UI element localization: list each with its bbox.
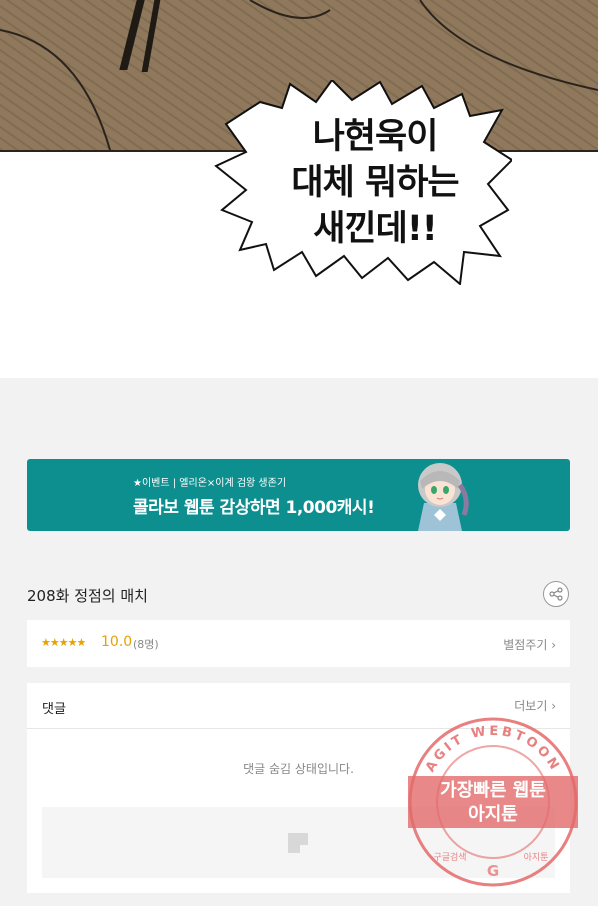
google-g-icon: G xyxy=(487,862,499,880)
share-button[interactable] xyxy=(543,581,569,607)
rate-button[interactable]: 별점주기 › xyxy=(503,636,556,653)
watermark-stamp: AGIT WEBTOON 가장빠른 웹툰 아지툰 구글검색 G 아지툰 xyxy=(406,716,580,888)
speech-bubble-text: 나현욱이 대체 뭐하는 새낀데!! xyxy=(260,114,490,252)
watermark-ring-text: AGIT WEBTOON xyxy=(423,724,563,775)
speech-bubble: 나현욱이 대체 뭐하는 새낀데!! xyxy=(212,80,512,285)
banner-event-text: ★이벤트 | 엘리온×이계 검왕 생존기 xyxy=(133,478,287,489)
star-rating-icons: ★★★★★ xyxy=(41,636,86,649)
speech-line: 나현욱이 xyxy=(312,117,439,157)
watermark-stamp-graphic: AGIT WEBTOON 가장빠른 웹툰 아지툰 구글검색 G 아지툰 xyxy=(408,717,578,887)
watermark-line2: 아지툰 xyxy=(468,804,518,825)
rating-score: 10.0 xyxy=(101,634,133,650)
rating-count: (8명) xyxy=(133,638,159,651)
watermark-bottom-right: 아지툰 xyxy=(524,852,549,863)
speech-line: 대체 뭐하는 xyxy=(291,163,459,203)
comments-title: 댓글 xyxy=(42,702,66,717)
comment-placeholder-icon xyxy=(288,833,308,853)
episode-title: 208화 정점의 매치 xyxy=(27,587,148,605)
watermark-line1: 가장빠른 웹툰 xyxy=(440,780,546,801)
banner-character-illustration xyxy=(418,463,469,531)
banner-headline: 콜라보 웹툰 감상하면 1,000캐시! xyxy=(133,498,375,518)
speech-line: 새낀데!! xyxy=(313,209,438,249)
comic-image: 나현욱이 대체 뭐하는 새낀데!! xyxy=(0,0,598,378)
comments-more-button[interactable]: 더보기 › xyxy=(514,697,556,714)
rating-panel: ★★★★★ 10.0 (8명) 별점주기 › xyxy=(27,620,570,667)
watermark-bottom-left: 구글검색 xyxy=(433,851,466,863)
event-banner[interactable]: ★이벤트 | 엘리온×이계 검왕 생존기 콜라보 웹툰 감상하면 1,000캐시… xyxy=(27,459,570,531)
share-icon xyxy=(549,587,563,601)
